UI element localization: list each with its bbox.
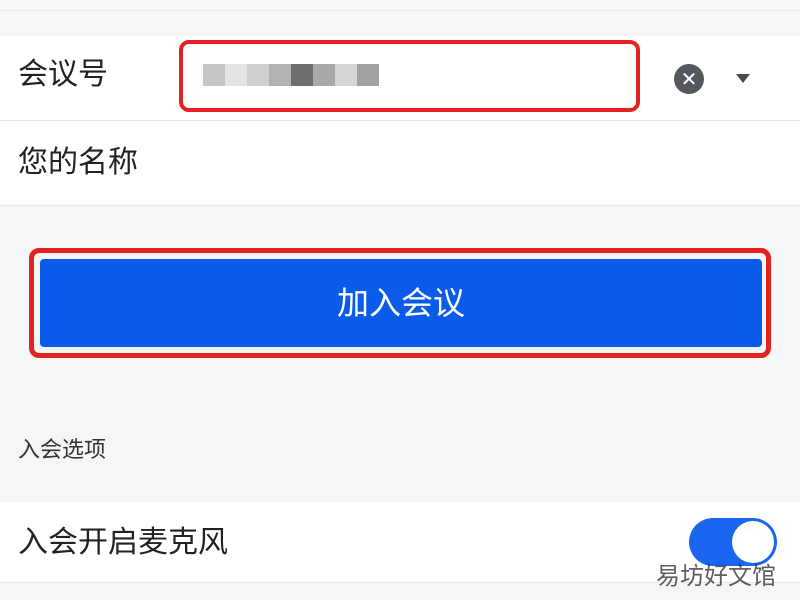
watermark-text: 易坊好文馆 <box>656 562 776 590</box>
mic-option-label: 入会开启麦克风 <box>18 525 228 560</box>
clear-icon[interactable]: ✕ <box>674 64 704 94</box>
meeting-id-label: 会议号 <box>18 57 108 92</box>
top-strip <box>0 0 800 36</box>
top-divider <box>0 10 800 11</box>
meeting-id-input[interactable] <box>179 40 640 112</box>
name-label: 您的名称 <box>18 145 138 180</box>
dropdown-arrow-icon[interactable] <box>736 74 750 83</box>
join-options-heading: 入会选项 <box>18 438 107 463</box>
meeting-id-row: 会议号 ✕ <box>0 36 800 120</box>
join-meeting-button[interactable]: 加入会议 <box>40 259 762 347</box>
meeting-id-masked-value <box>203 64 379 86</box>
row-divider <box>0 205 800 206</box>
name-row[interactable]: 您的名称 <box>0 121 800 205</box>
